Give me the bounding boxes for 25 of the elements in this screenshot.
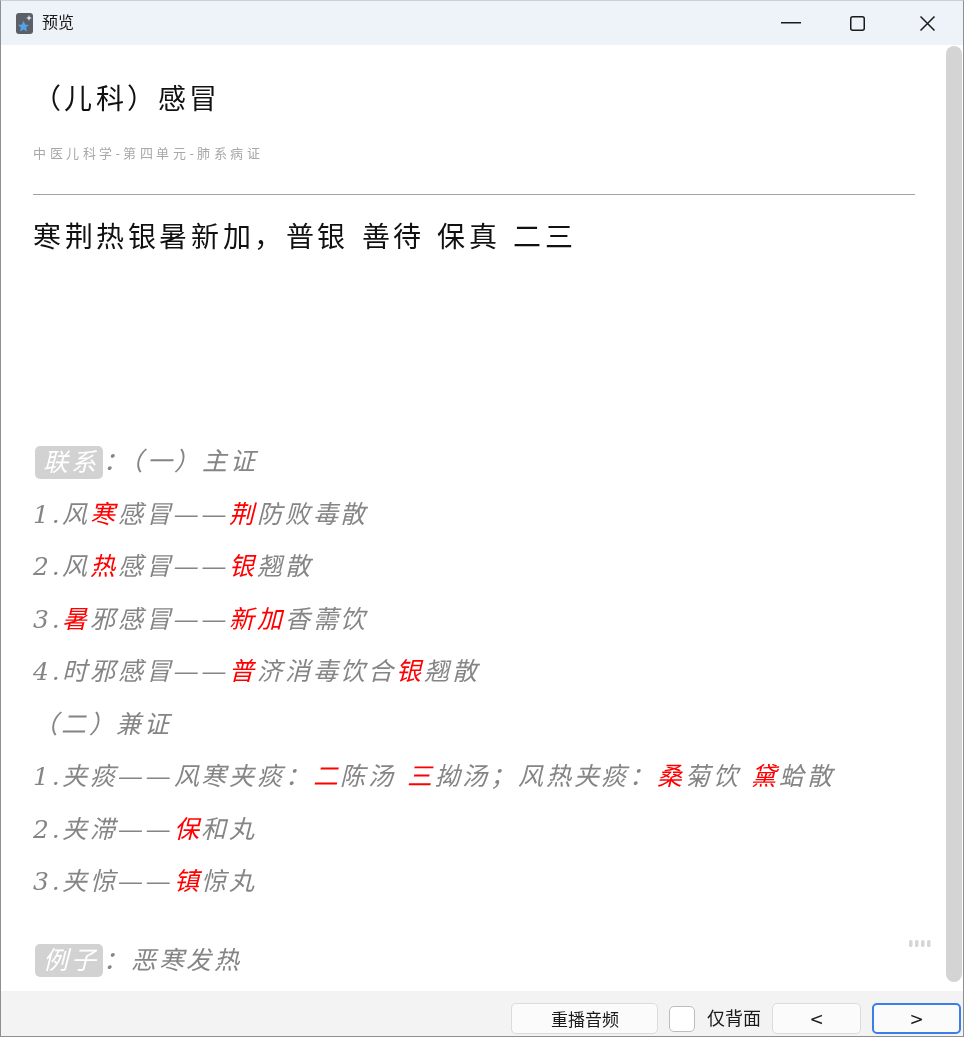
note-line: （二）兼证: [33, 708, 172, 741]
previous-button[interactable]: <: [772, 1003, 861, 1034]
note-line: ：（一）主证: [103, 446, 258, 479]
note-line: 4.时邪感冒——普济消毒饮合银翘散: [33, 656, 480, 689]
note-line: 3.夹惊——镇惊丸: [33, 866, 258, 899]
scrollbar-thumb[interactable]: [946, 46, 962, 982]
note-line: 3.暑邪感冒——新加香薷饮: [33, 603, 369, 636]
back-only-checkbox[interactable]: [669, 1005, 695, 1032]
note-line: 2.夹滞——保和丸: [33, 813, 258, 846]
close-icon: [919, 15, 935, 31]
back-only-label[interactable]: 仅背面: [707, 1003, 761, 1034]
card-subtitle: 中医儿科学-第四单元-肺系病证: [33, 145, 264, 163]
maximize-icon: [850, 15, 865, 31]
grip-icon[interactable]: [909, 940, 931, 947]
star-tile-icon: [16, 12, 33, 34]
card-title: （儿科）感冒: [33, 82, 221, 118]
note-line: ：恶寒发热: [103, 944, 242, 977]
window-title: 预览: [42, 12, 74, 34]
note-line: 2.风热感冒——银翘散: [33, 551, 313, 584]
minimize-icon: [781, 22, 801, 24]
note-line: 1.风寒感冒——荆防败毒散: [33, 498, 369, 531]
card-front-text: 寒荆热银暑新加，普银 善待 保真 二三: [33, 220, 577, 256]
replay-audio-button[interactable]: 重播音频: [511, 1003, 658, 1034]
next-button[interactable]: >: [872, 1003, 961, 1034]
note-line: 1.夹痰——风寒夹痰：二陈汤 三拗汤；风热夹痰：桑菊饮 黛蛤散: [33, 761, 835, 794]
